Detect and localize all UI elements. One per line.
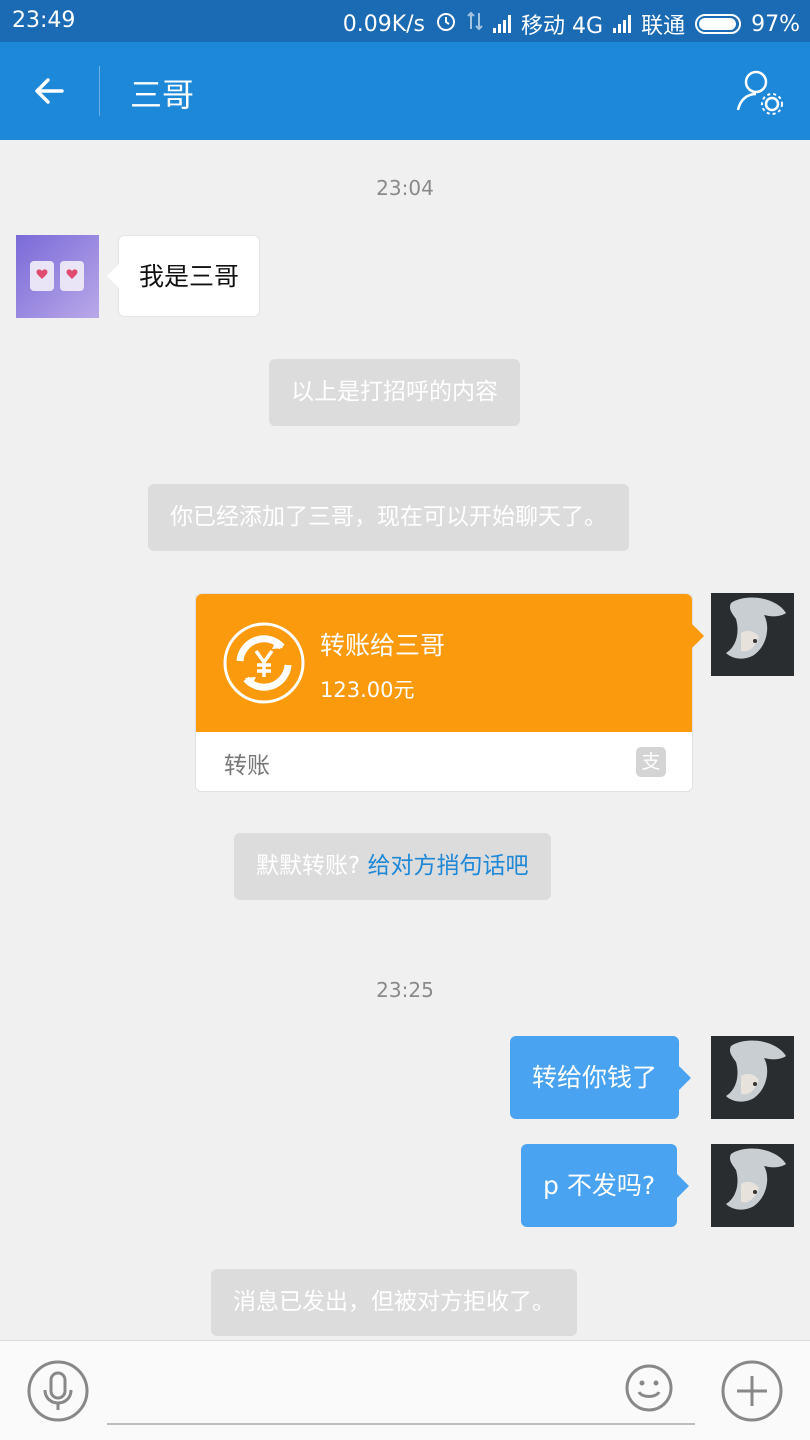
signal-icon: [613, 15, 632, 33]
status-bar: 23:49 0.09K/s 移动 4G 联通 97%: [0, 0, 810, 42]
network-speed: 0.09K/s: [342, 11, 426, 37]
message-input-bar: [0, 1340, 810, 1440]
transfer-amount: 123.00元: [320, 678, 415, 702]
more-actions-button[interactable]: [721, 1360, 783, 1422]
profile-settings-button[interactable]: [734, 66, 786, 118]
carrier-1: 移动 4G: [521, 14, 604, 39]
system-message-text: 默默转账?: [256, 853, 361, 879]
system-message: 你已经添加了三哥，现在可以开始聊天了。: [148, 484, 629, 551]
incoming-message[interactable]: 我是三哥: [106, 235, 261, 317]
profile-settings-icon: [736, 70, 783, 115]
status-indicators: 0.09K/s 移动 4G 联通 97%: [343, 8, 800, 40]
system-message: 默默转账? 给对方捎句话吧: [234, 833, 551, 900]
back-arrow-icon: [35, 78, 64, 104]
my-avatar[interactable]: [711, 1144, 794, 1227]
voice-button[interactable]: [27, 1360, 89, 1422]
my-avatar[interactable]: [711, 593, 794, 676]
signal-icon: [493, 15, 512, 33]
battery-percent: 97%: [751, 11, 800, 37]
carrier-2: 联通: [641, 14, 686, 39]
alipay-icon: 支: [636, 747, 666, 777]
system-message: 消息已发出，但被对方拒收了。: [211, 1269, 577, 1336]
transfer-card[interactable]: 转账给三哥 123.00元 转账 支: [195, 593, 704, 792]
timestamp: 23:04: [376, 176, 434, 200]
outgoing-message[interactable]: p 不发吗?: [521, 1144, 690, 1227]
data-transfer-icon: [467, 11, 483, 37]
plus-icon: [721, 1360, 783, 1422]
back-button[interactable]: [22, 66, 78, 116]
transfer-card-footer: 转账 支: [196, 732, 692, 792]
system-message: 以上是打招呼的内容: [269, 359, 520, 426]
timestamp: 23:25: [376, 978, 434, 1002]
outgoing-message[interactable]: 转给你钱了: [510, 1036, 692, 1119]
contact-avatar[interactable]: [16, 235, 99, 318]
transfer-coin-icon: [223, 622, 305, 704]
nav-divider: [99, 66, 100, 116]
microphone-icon: [27, 1360, 89, 1422]
transfer-card-header: 转账给三哥 123.00元: [196, 594, 704, 732]
transfer-label: 转账: [224, 753, 270, 779]
chat-area[interactable]: 23:04 我是三哥 以上是打招呼的内容 你已经添加了三哥，现在可以开始聊天了。…: [0, 140, 810, 1340]
emoji-icon: [625, 1364, 673, 1412]
navigation-bar: 三哥: [0, 42, 810, 140]
my-avatar[interactable]: [711, 1036, 794, 1119]
battery-icon: [695, 14, 742, 34]
leave-message-link[interactable]: 给对方捎句话吧: [368, 853, 529, 879]
status-time: 23:49: [12, 8, 76, 33]
message-input[interactable]: [107, 1363, 695, 1425]
transfer-title: 转账给三哥: [320, 631, 446, 660]
emoji-button[interactable]: [624, 1363, 674, 1413]
page-title: 三哥: [130, 76, 195, 114]
alarm-icon: [435, 10, 457, 38]
